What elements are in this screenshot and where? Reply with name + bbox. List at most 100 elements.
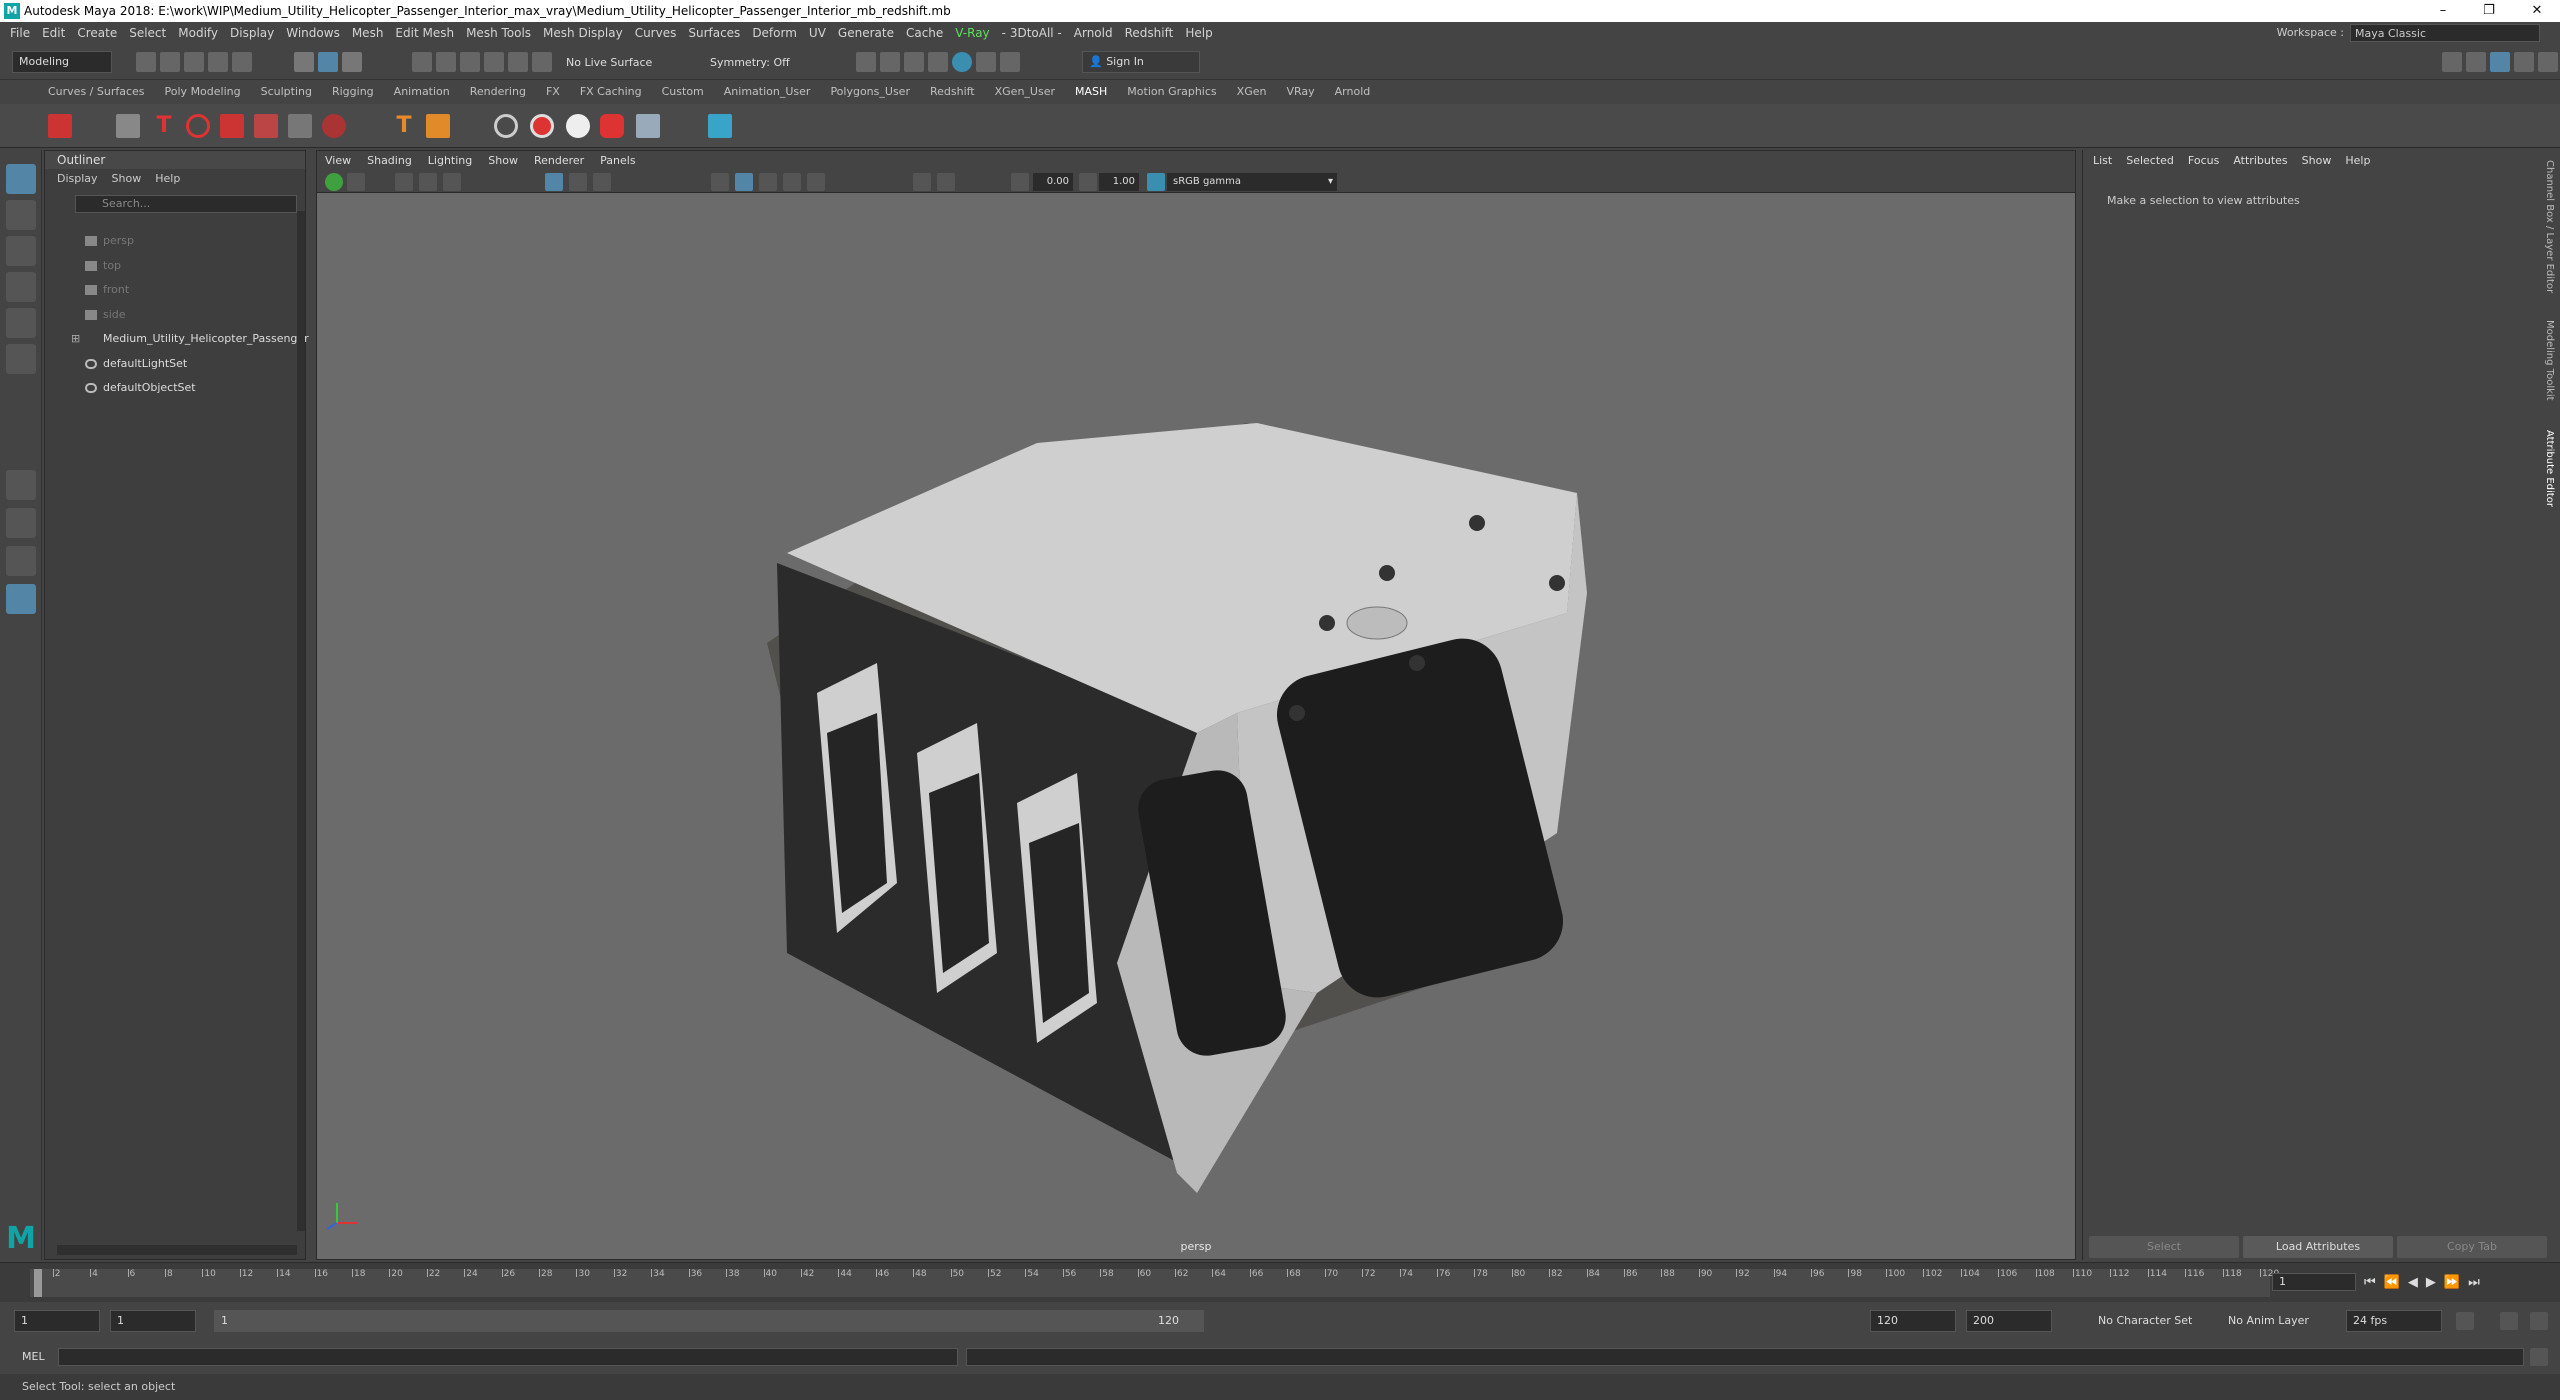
history-icon[interactable]	[856, 52, 876, 72]
grid-toggle-icon[interactable]	[545, 173, 563, 191]
snap-point-icon[interactable]	[460, 52, 480, 72]
color-management-icon[interactable]	[1147, 173, 1165, 191]
scale-tool-icon[interactable]	[6, 344, 36, 374]
menu-create[interactable]: Create	[71, 22, 123, 44]
mash-world-icon[interactable]	[566, 114, 590, 138]
attribute-menu-help[interactable]: Help	[2345, 154, 2370, 167]
mash-text-icon[interactable]: T	[152, 114, 176, 138]
shelf-tab-curves-surfaces[interactable]: Curves / Surfaces	[38, 80, 155, 104]
pause-icon[interactable]	[1000, 52, 1020, 72]
auto-key-icon[interactable]	[2500, 1312, 2518, 1330]
image-plane-icon[interactable]	[419, 173, 437, 191]
menu-redshift[interactable]: Redshift	[1119, 22, 1180, 44]
shelf-tab-xgen[interactable]: XGen	[1227, 80, 1277, 104]
command-input[interactable]	[58, 1348, 958, 1366]
2d-pan-zoom-icon[interactable]	[443, 173, 461, 191]
animation-end-field[interactable]: 200	[1966, 1310, 2052, 1332]
mash-drop-icon[interactable]	[220, 114, 244, 138]
outliner-vertical-scrollbar[interactable]	[297, 211, 305, 1231]
outliner-item[interactable]: defaultLightSet	[45, 354, 295, 374]
select-tool-icon[interactable]	[6, 164, 36, 194]
shelf-tab-fx[interactable]: FX	[536, 80, 570, 104]
menu-display[interactable]: Display	[224, 22, 280, 44]
mash-dots-icon[interactable]	[322, 114, 346, 138]
load-attributes-button[interactable]: Load Attributes	[2243, 1236, 2393, 1258]
viewport-menu-shading[interactable]: Shading	[367, 154, 412, 167]
shelf-tab-custom[interactable]: Custom	[652, 80, 714, 104]
menu-generate[interactable]: Generate	[832, 22, 900, 44]
ipr-render-icon[interactable]	[904, 52, 924, 72]
fps-dropdown[interactable]: 24 fps	[2346, 1310, 2442, 1332]
menu-uv[interactable]: UV	[803, 22, 832, 44]
shelf-tab-xgen-user[interactable]: XGen_User	[985, 80, 1065, 104]
lights-icon[interactable]	[783, 173, 801, 191]
range-slider-bar[interactable]: 1 120	[214, 1310, 1204, 1332]
shelf-tab-sculpting[interactable]: Sculpting	[251, 80, 322, 104]
settings-gear-icon[interactable]	[2538, 52, 2558, 72]
outliner-item[interactable]: top	[45, 256, 295, 276]
mash-editor-icon[interactable]	[708, 114, 732, 138]
select-button[interactable]: Select	[2089, 1236, 2239, 1258]
menu-modify[interactable]: Modify	[172, 22, 224, 44]
camera-attributes-icon[interactable]	[347, 173, 365, 191]
playback-end-field[interactable]: 120	[1870, 1310, 1956, 1332]
select-component-icon[interactable]	[342, 52, 362, 72]
select-object-icon[interactable]	[318, 52, 338, 72]
mash-flight-icon[interactable]	[254, 114, 278, 138]
helicopter-interior-model[interactable]	[317, 193, 2075, 1233]
redo-icon[interactable]	[232, 52, 252, 72]
shelf-tab-redshift[interactable]: Redshift	[920, 80, 985, 104]
mash-blend-icon[interactable]	[600, 114, 624, 138]
script-editor-icon[interactable]	[2530, 1348, 2548, 1366]
expand-icon[interactable]: ⊞	[71, 329, 80, 349]
tab-modeling-toolkit[interactable]: Modeling Toolkit	[2544, 320, 2555, 420]
outliner-item[interactable]: front	[45, 280, 295, 300]
menu-help[interactable]: Help	[1179, 22, 1218, 44]
menu-mesh-display[interactable]: Mesh Display	[537, 22, 629, 44]
animation-start-field[interactable]: 1	[14, 1310, 100, 1332]
snap-grid-icon[interactable]	[412, 52, 432, 72]
outliner-horizontal-scrollbar[interactable]	[57, 1245, 297, 1255]
viewport-panel[interactable]: View Shading Lighting Show Renderer Panels 0.…	[316, 150, 2076, 1260]
outliner-menu-show[interactable]: Show	[112, 172, 142, 185]
minimize-button[interactable]: –	[2420, 0, 2466, 22]
live-surface-label[interactable]: No Live Surface	[566, 53, 652, 73]
menu-mesh[interactable]: Mesh	[346, 22, 390, 44]
menu-select[interactable]: Select	[123, 22, 172, 44]
save-scene-icon[interactable]	[184, 52, 204, 72]
mode-dropdown[interactable]: Modeling	[12, 51, 112, 73]
shelf-tab-arnold[interactable]: Arnold	[1325, 80, 1381, 104]
tab-channel-box[interactable]: Channel Box / Layer Editor	[2544, 160, 2555, 310]
symmetry-dropdown[interactable]: Symmetry: Off	[710, 53, 790, 73]
mash-outliner-icon[interactable]	[116, 114, 140, 138]
viewport-menu-show[interactable]: Show	[488, 154, 518, 167]
viewport-menu-view[interactable]: View	[325, 154, 351, 167]
menu-cache[interactable]: Cache	[900, 22, 949, 44]
attribute-menu-focus[interactable]: Focus	[2188, 154, 2219, 167]
shelf-tab-rigging[interactable]: Rigging	[322, 80, 384, 104]
maximize-button[interactable]: ❐	[2466, 0, 2512, 22]
attribute-menu-selected[interactable]: Selected	[2126, 154, 2174, 167]
wireframe-icon[interactable]	[711, 173, 729, 191]
viewport-menu-panels[interactable]: Panels	[600, 154, 635, 167]
tab-attribute-editor[interactable]: Attribute Editor	[2544, 430, 2555, 520]
mash-network-icon[interactable]	[48, 114, 72, 138]
xray-icon[interactable]	[937, 173, 955, 191]
move-tool-icon[interactable]	[6, 272, 36, 302]
outliner-item[interactable]: side	[45, 305, 295, 325]
shelf-tab-vray[interactable]: VRay	[1276, 80, 1324, 104]
color-space-dropdown[interactable]: sRGB gamma ▾	[1167, 173, 1337, 191]
type-tool-icon[interactable]: T	[392, 114, 416, 138]
attribute-menu-attributes[interactable]: Attributes	[2233, 154, 2287, 167]
exposure-field[interactable]: 0.00	[1033, 173, 1073, 191]
menu-v-ray[interactable]: V-Ray	[949, 22, 995, 44]
anim-layer-dropdown[interactable]: No Anim Layer	[2228, 1310, 2309, 1332]
exposure-icon[interactable]	[1011, 173, 1029, 191]
hypershade-icon[interactable]	[952, 52, 972, 72]
current-frame-field[interactable]: 1	[2272, 1273, 2356, 1291]
mash-repro-icon[interactable]	[494, 114, 518, 138]
close-button[interactable]: ✕	[2514, 0, 2560, 22]
smooth-shade-icon[interactable]	[735, 173, 753, 191]
toggle-toolbox-icon[interactable]	[2466, 52, 2486, 72]
rotate-tool-icon[interactable]	[6, 308, 36, 338]
